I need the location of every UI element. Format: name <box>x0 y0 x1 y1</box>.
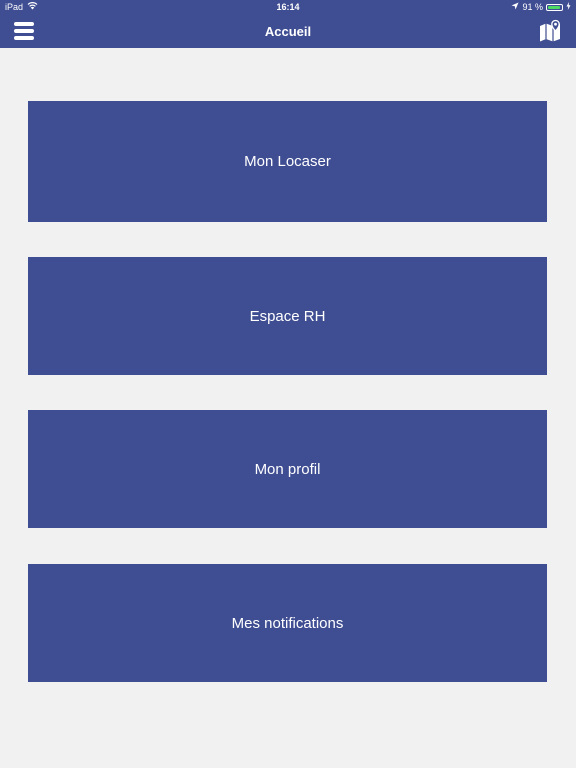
mes-notifications-button[interactable]: Mes notifications <box>28 564 547 682</box>
battery-level <box>548 6 560 9</box>
status-right: 91 % <box>511 0 571 15</box>
battery-icon <box>546 4 563 11</box>
charging-icon <box>566 0 571 15</box>
mon-profil-button[interactable]: Mon profil <box>28 410 547 528</box>
top-bar: iPad 16:14 91 % Accueil <box>0 0 576 48</box>
page-title: Accueil <box>264 24 312 39</box>
mes-notifications-label: Mes notifications <box>231 614 344 632</box>
battery-percent: 91 % <box>522 2 543 12</box>
status-time: 16:14 <box>276 2 300 12</box>
location-arrow-icon <box>511 0 519 15</box>
mon-profil-label: Mon profil <box>254 460 321 478</box>
espace-rh-button[interactable]: Espace RH <box>28 257 547 375</box>
status-bar: iPad 16:14 91 % <box>0 0 576 15</box>
map-pin-icon[interactable] <box>538 19 562 43</box>
nav-bar: Accueil <box>0 15 576 48</box>
mon-locaser-label: Mon Locaser <box>244 153 331 170</box>
mon-locaser-button[interactable]: Mon Locaser <box>28 101 547 222</box>
espace-rh-label: Espace RH <box>249 307 326 325</box>
